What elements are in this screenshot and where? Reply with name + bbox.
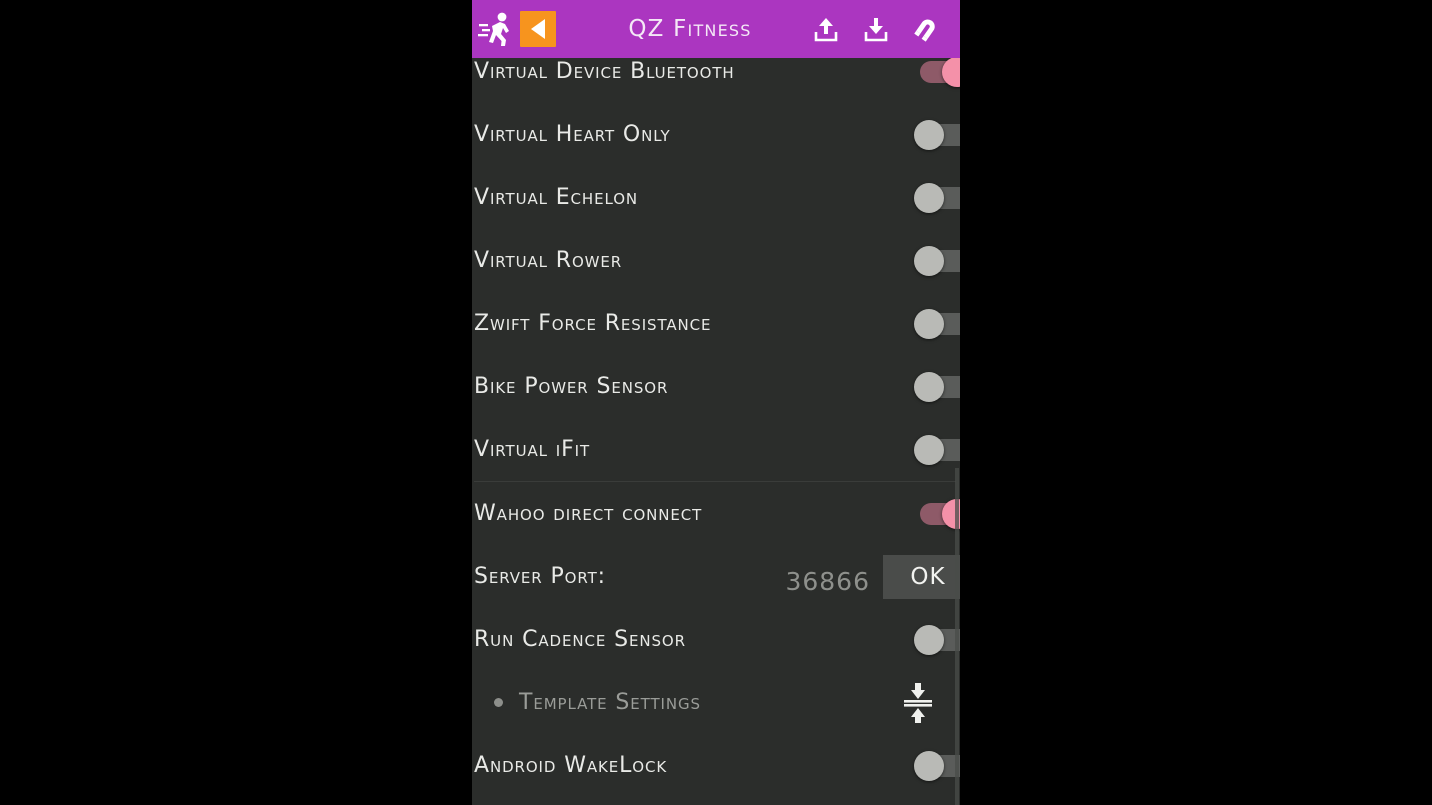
toggle-switch[interactable] bbox=[914, 434, 960, 465]
toggle-thumb bbox=[914, 624, 944, 655]
toggle-thumb bbox=[914, 308, 944, 339]
settings-row-label: Virtual Rower bbox=[474, 248, 623, 273]
vertical-scrollbar[interactable] bbox=[955, 468, 959, 805]
template-settings-label: Template Settings bbox=[519, 690, 701, 715]
toggle-switch[interactable] bbox=[914, 182, 960, 213]
running-person-icon bbox=[478, 10, 514, 48]
settings-row[interactable]: Virtual Rower bbox=[472, 229, 960, 292]
toggle-thumb bbox=[914, 245, 944, 276]
settings-list[interactable]: Virtual Device Bluetooth Virtual Heart O… bbox=[472, 0, 960, 805]
toggle-switch[interactable] bbox=[914, 308, 960, 339]
toggle-thumb bbox=[914, 182, 944, 213]
settings-row-label: Bike Power Sensor bbox=[474, 374, 669, 399]
toggle-switch[interactable] bbox=[914, 56, 960, 87]
settings-row-label: Virtual iFit bbox=[474, 437, 591, 462]
server-port-row[interactable]: Server Port: 36866 OK bbox=[472, 545, 960, 608]
magnet-icon[interactable] bbox=[906, 9, 946, 49]
settings-row-wahoo[interactable]: Wahoo direct connect bbox=[472, 482, 960, 545]
toggle-switch[interactable] bbox=[914, 371, 960, 402]
server-port-label: Server Port: bbox=[474, 564, 606, 589]
app-content-column: Virtual Device Bluetooth Virtual Heart O… bbox=[472, 0, 960, 805]
settings-row[interactable]: Zwift Force Resistance bbox=[472, 292, 960, 355]
settings-row[interactable]: Virtual Echelon bbox=[472, 166, 960, 229]
screen-root: Virtual Device Bluetooth Virtual Heart O… bbox=[0, 0, 1432, 805]
toggle-thumb bbox=[914, 434, 944, 465]
app-bar: QZ Fitness bbox=[472, 0, 960, 58]
settings-row[interactable]: iOS Peloton Workaround bbox=[472, 797, 960, 805]
template-settings-row[interactable]: Template Settings bbox=[472, 671, 960, 734]
toggle-thumb bbox=[914, 371, 944, 402]
back-triangle-icon bbox=[531, 19, 545, 39]
back-button[interactable] bbox=[520, 11, 556, 47]
settings-row-label: Virtual Echelon bbox=[474, 185, 639, 210]
toggle-switch[interactable] bbox=[914, 750, 960, 781]
settings-row-label: Run Cadence Sensor bbox=[474, 627, 686, 652]
toggle-switch[interactable] bbox=[914, 624, 960, 655]
settings-row-label: Zwift Force Resistance bbox=[474, 311, 712, 336]
settings-row[interactable]: Virtual iFit bbox=[472, 418, 960, 481]
toggle-switch[interactable] bbox=[914, 119, 960, 150]
toggle-switch[interactable] bbox=[914, 245, 960, 276]
settings-row[interactable]: Virtual Heart Only bbox=[472, 103, 960, 166]
server-port-input[interactable]: 36866 bbox=[728, 567, 872, 600]
server-port-field[interactable]: 36866 bbox=[728, 567, 872, 600]
collapse-icon[interactable] bbox=[901, 682, 935, 724]
server-port-ok-button[interactable]: OK bbox=[883, 554, 960, 599]
page-title: QZ Fitness bbox=[628, 16, 752, 42]
settings-row-label: Android WakeLock bbox=[474, 753, 668, 778]
toggle-thumb bbox=[914, 119, 944, 150]
bullet-dot-icon bbox=[494, 698, 503, 707]
settings-row-label: Virtual Heart Only bbox=[474, 122, 671, 147]
settings-row[interactable]: Android WakeLock bbox=[472, 734, 960, 797]
settings-row-label: Virtual Device Bluetooth bbox=[474, 59, 735, 84]
toggle-switch[interactable] bbox=[914, 498, 960, 529]
settings-row[interactable]: Bike Power Sensor bbox=[472, 355, 960, 418]
toggle-thumb bbox=[914, 750, 944, 781]
settings-row-label: Wahoo direct connect bbox=[474, 501, 703, 526]
download-icon[interactable] bbox=[856, 9, 896, 49]
settings-row[interactable]: Run Cadence Sensor bbox=[472, 608, 960, 671]
upload-icon[interactable] bbox=[806, 9, 846, 49]
